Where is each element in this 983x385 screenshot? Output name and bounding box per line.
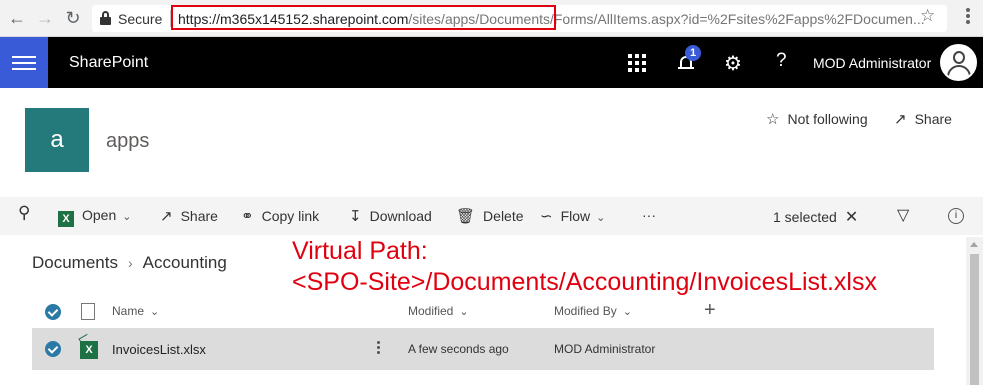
close-icon[interactable]: ✕ bbox=[845, 209, 858, 226]
notification-badge: 1 bbox=[685, 45, 701, 61]
site-share-button[interactable]: ↗ Share bbox=[894, 110, 952, 128]
url-highlight-box bbox=[171, 5, 556, 30]
scrollbar[interactable] bbox=[966, 237, 983, 385]
app-name[interactable]: SharePoint bbox=[69, 54, 148, 72]
download-label: Download bbox=[369, 208, 432, 224]
reload-icon[interactable]: ↻ bbox=[62, 7, 84, 29]
delete-label: Delete bbox=[483, 208, 524, 224]
flow-button[interactable]: ∽ Flow ⌄ bbox=[540, 207, 605, 225]
filter-icon[interactable]: ▽ bbox=[897, 205, 909, 225]
command-bar: ⚲ X Open ⌄ ↗ Share ⚭ Copy link ↧ Download 🗑 De… bbox=[0, 197, 983, 235]
column-modified-by[interactable]: Modified By ⌄ bbox=[554, 304, 632, 318]
kebab-menu-icon[interactable] bbox=[958, 6, 978, 28]
follow-label: Not following bbox=[787, 111, 868, 127]
selection-status: 1 selected ✕ bbox=[773, 207, 858, 227]
download-icon: ↧ bbox=[349, 208, 362, 225]
share-label: Share bbox=[180, 208, 218, 224]
chevron-down-icon: ⌄ bbox=[596, 212, 606, 224]
address-bar[interactable]: Secure https://m365x145152.sharepoint.co… bbox=[92, 5, 947, 32]
column-modified[interactable]: Modified ⌄ bbox=[408, 304, 469, 318]
help-icon[interactable]: ? bbox=[776, 50, 787, 72]
user-name[interactable]: MOD Administrator bbox=[813, 55, 931, 71]
column-name-label: Name bbox=[112, 304, 145, 318]
chevron-down-icon: ⌄ bbox=[150, 306, 160, 318]
search-icon[interactable]: ⚲ bbox=[18, 203, 30, 223]
secure-label: Secure bbox=[118, 11, 163, 27]
copy-link-icon: ⚭ bbox=[241, 208, 254, 225]
check-icon[interactable] bbox=[45, 341, 61, 357]
back-icon[interactable]: ← bbox=[6, 7, 28, 29]
user-avatar-icon[interactable] bbox=[940, 44, 977, 81]
chevron-down-icon: ⌄ bbox=[622, 306, 632, 318]
column-name[interactable]: Name ⌄ bbox=[112, 304, 159, 318]
breadcrumb-item-documents[interactable]: Documents bbox=[32, 253, 118, 272]
gear-icon[interactable]: ⚙ bbox=[724, 51, 742, 76]
forward-icon[interactable]: → bbox=[34, 7, 56, 29]
flow-icon: ∽ bbox=[540, 208, 553, 225]
share-icon: ↗ bbox=[894, 111, 907, 128]
star-icon[interactable]: ☆ bbox=[920, 6, 935, 26]
document-icon bbox=[81, 303, 95, 320]
waffle-icon[interactable] bbox=[0, 37, 48, 88]
copy-link-label: Copy link bbox=[261, 208, 320, 224]
chevron-down-icon: ⌄ bbox=[122, 211, 132, 223]
delete-button[interactable]: 🗑 Delete bbox=[456, 207, 524, 225]
flow-label: Flow bbox=[560, 208, 591, 224]
info-icon[interactable]: i bbox=[948, 208, 964, 224]
download-button[interactable]: ↧ Download bbox=[349, 207, 432, 225]
delete-icon: 🗑 bbox=[456, 208, 476, 225]
open-label: Open bbox=[82, 207, 117, 223]
chevron-down-icon: ⌄ bbox=[459, 306, 469, 318]
copy-link-button[interactable]: ⚭ Copy link bbox=[241, 207, 319, 225]
list-header: Name ⌄ Modified ⌄ Modified By ⌄ + bbox=[32, 297, 934, 327]
chevron-right-icon: › bbox=[127, 255, 133, 271]
site-logo[interactable]: a bbox=[25, 108, 89, 172]
column-modified-label: Modified bbox=[408, 304, 454, 318]
row-more-icon[interactable] bbox=[377, 341, 381, 357]
row-file-name[interactable]: InvoicesList.xlsx bbox=[112, 342, 206, 357]
follow-button[interactable]: ☆ Not following bbox=[766, 110, 868, 128]
scrollbar-thumb[interactable] bbox=[970, 254, 979, 385]
annotation-path: <SPO-Site>/Documents/Accounting/Invoices… bbox=[292, 268, 877, 296]
excel-icon: X bbox=[80, 341, 98, 359]
row-modified-by[interactable]: MOD Administrator bbox=[554, 342, 655, 356]
virtual-path-annotation: Virtual Path: <SPO-Site>/Documents/Accou… bbox=[292, 236, 877, 298]
table-row[interactable]: X InvoicesList.xlsx A few seconds ago MO… bbox=[32, 328, 934, 370]
selected-count: 1 selected bbox=[773, 209, 837, 225]
check-icon[interactable] bbox=[45, 304, 61, 320]
annotation-title: Virtual Path: bbox=[292, 237, 428, 265]
breadcrumb: Documents › Accounting bbox=[32, 253, 227, 273]
scroll-up-icon[interactable] bbox=[970, 242, 978, 247]
add-column-icon[interactable]: + bbox=[704, 299, 716, 322]
share-button[interactable]: ↗ Share bbox=[160, 207, 218, 225]
suite-bar: SharePoint 1 ⚙ ? MOD Administrator bbox=[0, 37, 983, 88]
column-modified-by-label: Modified By bbox=[554, 304, 617, 318]
browser-toolbar: ← → ↻ Secure https://m365x145152.sharepo… bbox=[0, 0, 983, 37]
app-launcher-icon[interactable] bbox=[628, 54, 646, 72]
breadcrumb-item-accounting[interactable]: Accounting bbox=[143, 253, 227, 272]
follow-star-icon: ☆ bbox=[766, 111, 780, 128]
site-share-label: Share bbox=[914, 111, 952, 127]
open-button[interactable]: X Open ⌄ bbox=[58, 207, 131, 227]
excel-icon: X bbox=[58, 211, 74, 227]
site-title[interactable]: apps bbox=[106, 130, 149, 153]
row-modified: A few seconds ago bbox=[408, 342, 509, 356]
more-button[interactable]: ··· bbox=[642, 207, 656, 223]
share-icon: ↗ bbox=[160, 208, 173, 225]
lock-icon bbox=[100, 11, 111, 25]
